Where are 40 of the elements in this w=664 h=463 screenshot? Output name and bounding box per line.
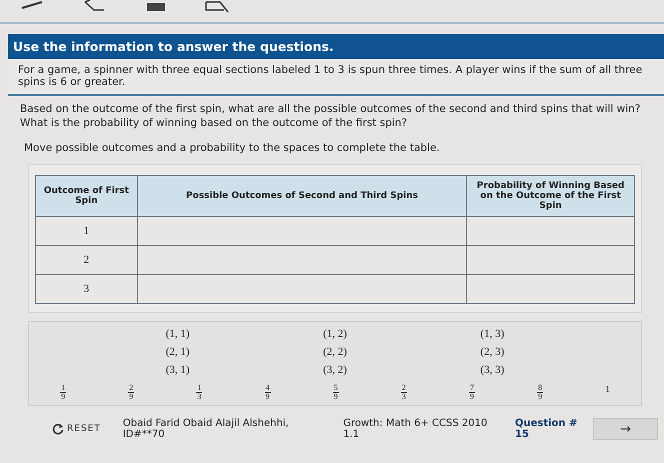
outcome-tile[interactable]: (3, 2) [323, 364, 347, 376]
outcome-tile[interactable]: (2, 3) [480, 346, 504, 358]
column-header: Outcome of First Spin [36, 176, 138, 217]
drop-zone[interactable] [466, 246, 634, 275]
drop-zone[interactable] [137, 274, 467, 304]
outcome-tile[interactable]: (1, 3) [480, 328, 504, 340]
question-number: Question # 15 [514, 418, 578, 440]
probability-tile[interactable]: 2 3 [400, 384, 407, 402]
outcome-tile[interactable]: (1, 1) [166, 328, 190, 340]
drop-zone[interactable] [137, 246, 467, 275]
instruction-text: Move possible outcomes and a probability to the spaces to complete the table. [23, 141, 441, 156]
table-cell: 2 [36, 246, 138, 275]
test-name: Growth: Math 6+ CCSS 2010 1.1 [343, 418, 488, 440]
refresh-icon [52, 423, 64, 436]
outcome-tile[interactable]: (2, 2) [323, 346, 347, 358]
probability-tile[interactable]: 1 9 [60, 384, 66, 402]
outcome-tile[interactable]: (3, 1) [166, 364, 190, 376]
column-header: Possible Outcomes of Second and Third Spins [137, 176, 467, 217]
outcome-tile[interactable]: (2, 1) [166, 346, 190, 358]
probability-tile[interactable]: 7 9 [469, 384, 476, 402]
question-text: Based on the outcome of the first spin, what are all the possible outcomes of the second and third spins that will win? What is the probability of winning based on the outcome of the first spin? [19, 102, 642, 130]
probability-tile[interactable]: 2 9 [128, 384, 134, 402]
column-header: Probability of Winning Based on the Outcome of the First Spin [466, 176, 634, 217]
probability-tile[interactable]: 5 9 [332, 384, 339, 402]
pen-icon[interactable] [20, 0, 44, 10]
outcome-tile[interactable]: (3, 3) [480, 364, 504, 376]
drop-zone[interactable] [466, 216, 634, 246]
probability-tile[interactable]: 8 9 [537, 384, 544, 402]
table-cell: 3 [36, 274, 138, 304]
reset-button[interactable]: RESET [52, 423, 101, 436]
student-name: Obaid Farid Obaid Alajil Alshehhi, ID#**70 [122, 418, 290, 440]
drop-zone[interactable] [137, 216, 467, 246]
probability-tile[interactable]: 1 [605, 384, 610, 402]
probability-tile[interactable]: 4 9 [264, 384, 271, 402]
passage-header: Use the information to answer the questions. [8, 34, 664, 59]
drop-zone[interactable] [466, 274, 634, 304]
outcome-tile[interactable]: (1, 2) [323, 328, 347, 340]
probability-tile[interactable]: 1 3 [196, 384, 202, 402]
next-button[interactable]: → [593, 418, 658, 440]
table-cell: 1 [36, 216, 138, 246]
